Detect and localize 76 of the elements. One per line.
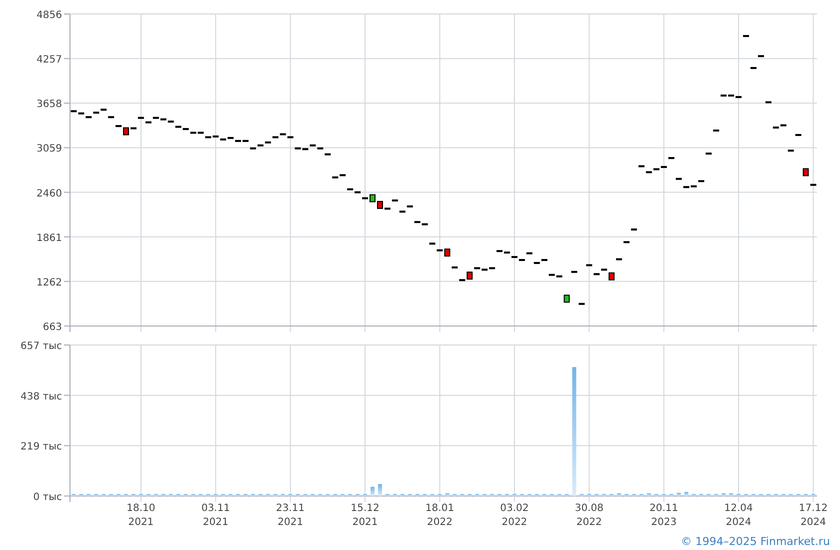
price-tick [130,127,136,130]
axis-label: 03.02 2022 [499,502,530,530]
price-tick [630,228,637,230]
volume-bar [722,493,726,496]
axis-label: 4257 [36,54,62,66]
axis-label: 03.11 2021 [200,502,231,530]
price-tick [601,268,608,271]
price-tick [86,116,92,118]
volume-bar [445,493,450,496]
axis-label: 3658 [36,99,62,110]
axis-label: 18.01 2022 [424,502,456,530]
axis-label: 1262 [36,277,62,288]
axis-label: 12.04 2024 [723,502,754,530]
price-tick [765,101,772,104]
candle [444,248,450,257]
price-tick [436,249,443,252]
price-tick [750,67,756,70]
price-tick [392,199,398,202]
price-tick [616,258,622,260]
price-tick [324,153,331,156]
price-tick [594,273,600,276]
price-tick [676,178,682,180]
candle [123,127,130,136]
price-tick [788,150,794,152]
volume-bar [684,492,688,496]
price-tick [795,134,802,136]
price-tick [571,270,578,273]
price-tick [138,116,144,119]
price-tick [624,241,630,244]
copyright-link[interactable]: © 1994–2025 Finmarket.ru [680,534,830,548]
candle [802,168,809,176]
axis-label: 3059 [36,144,62,155]
axis-label: 657 тыс [20,341,62,352]
price-tick [586,264,592,266]
price-tick [145,121,152,124]
axis-label: 4856 [36,10,62,21]
price-tick [706,152,712,155]
candle [608,272,615,280]
candle [466,272,473,280]
price-tick [668,157,674,160]
price-tick [758,55,764,58]
price-tick [429,242,436,245]
axis-label: 18.10 2021 [126,502,156,530]
volume-bar [729,493,734,496]
price-tick [452,266,458,268]
price-tick [459,279,466,282]
volume-bar [646,493,651,496]
volume-bar [370,486,375,496]
price-tick [384,208,390,210]
price-tick [638,165,644,168]
price-tick [713,130,720,132]
price-tick [810,184,816,186]
price-tick [578,302,585,305]
candle [564,294,570,303]
volume-bar [378,484,382,496]
axis-label: 15.12 2021 [350,502,380,530]
price-tick [743,35,750,38]
axis-label: 663 [42,322,62,333]
price-tick [362,197,368,200]
axis-label: 30.08 2022 [574,502,604,530]
axis-label: 17.12 2024 [798,502,829,530]
price-tick [108,116,114,118]
volume-bar [676,492,681,496]
axis-label: 2460 [36,188,62,200]
axis-label: 438 тыс [20,391,62,402]
price-tick [526,252,532,254]
price-tick [116,125,122,128]
price-tick [399,210,406,213]
axis-label: 1861 [36,232,62,244]
volume-bar [617,493,622,496]
axis-label: 20.11 2023 [648,502,680,530]
price-tick [406,205,413,208]
axis-label: 0 тыс [33,492,62,503]
axis-label: 23.11 2021 [275,502,306,530]
axis-label: 219 тыс [20,442,62,453]
price-tick [698,180,704,182]
